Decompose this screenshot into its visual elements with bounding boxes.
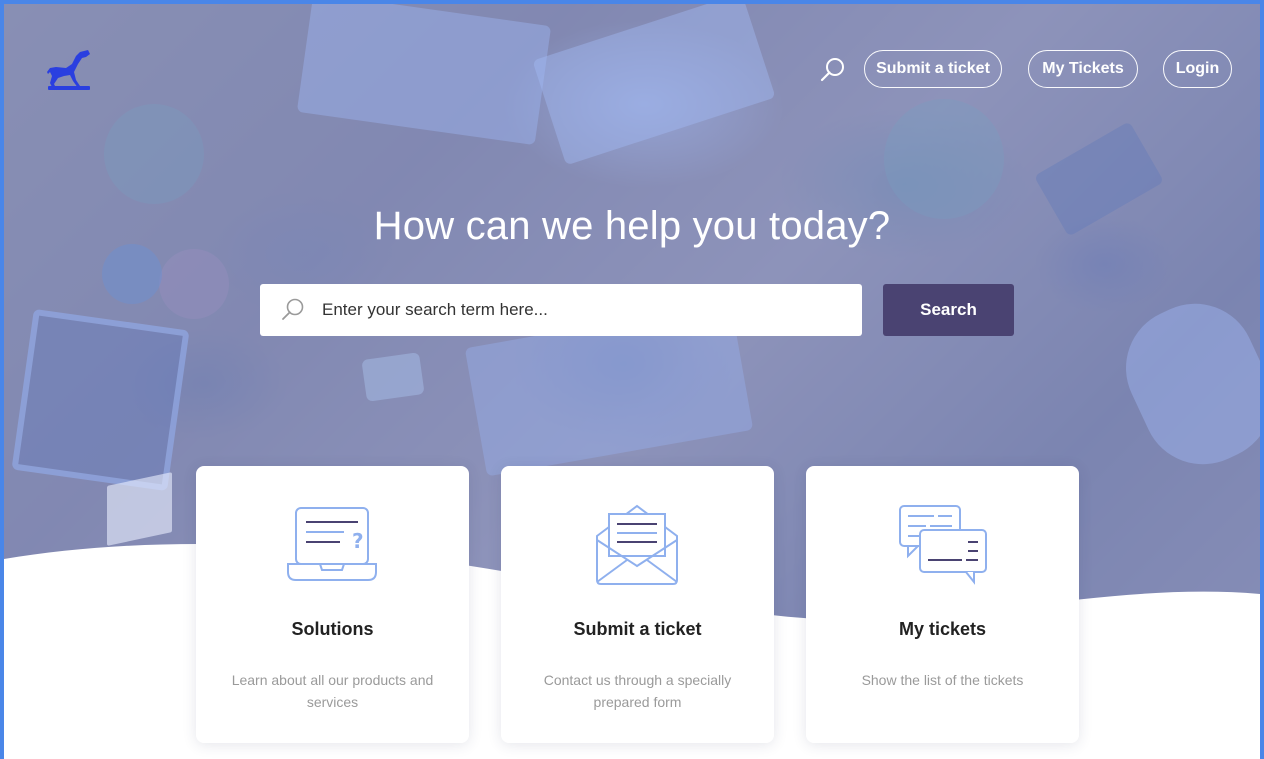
- my-tickets-card[interactable]: My tickets Show the list of the tickets: [806, 466, 1079, 743]
- card-title: My tickets: [898, 619, 987, 639]
- svg-text:?: ?: [352, 529, 364, 553]
- login-button[interactable]: Login: [1163, 50, 1232, 88]
- submit-ticket-card[interactable]: Submit a ticket Contact us through a spe…: [501, 466, 774, 743]
- search-button[interactable]: Search: [883, 284, 1014, 336]
- card-description: Contact us through a specially prepared …: [543, 672, 732, 710]
- card-title: Submit a ticket: [573, 619, 702, 639]
- submit-ticket-nav-button[interactable]: Submit a ticket: [864, 50, 1002, 88]
- search-icon: [282, 298, 304, 320]
- my-tickets-nav-button[interactable]: My Tickets: [1028, 50, 1138, 88]
- greyhound-dog-logo-icon[interactable]: [44, 48, 94, 92]
- laptop-question-icon: ?: [287, 507, 377, 581]
- search-box: [260, 284, 862, 336]
- search-icon[interactable]: [819, 56, 847, 84]
- card-description: Show the list of the tickets: [861, 672, 1024, 688]
- chat-bubbles-icon: [899, 505, 987, 585]
- solutions-card[interactable]: ? Solutions Learn about all our products…: [196, 466, 469, 743]
- page-frame: Submit a ticket My Tickets Login How can…: [0, 0, 1264, 759]
- search-input[interactable]: [320, 299, 862, 321]
- card-description: Learn about all our products and service…: [231, 672, 434, 710]
- card-title: Solutions: [291, 619, 374, 639]
- open-envelope-icon: [596, 504, 678, 585]
- hero-headline: How can we help you today?: [373, 204, 891, 248]
